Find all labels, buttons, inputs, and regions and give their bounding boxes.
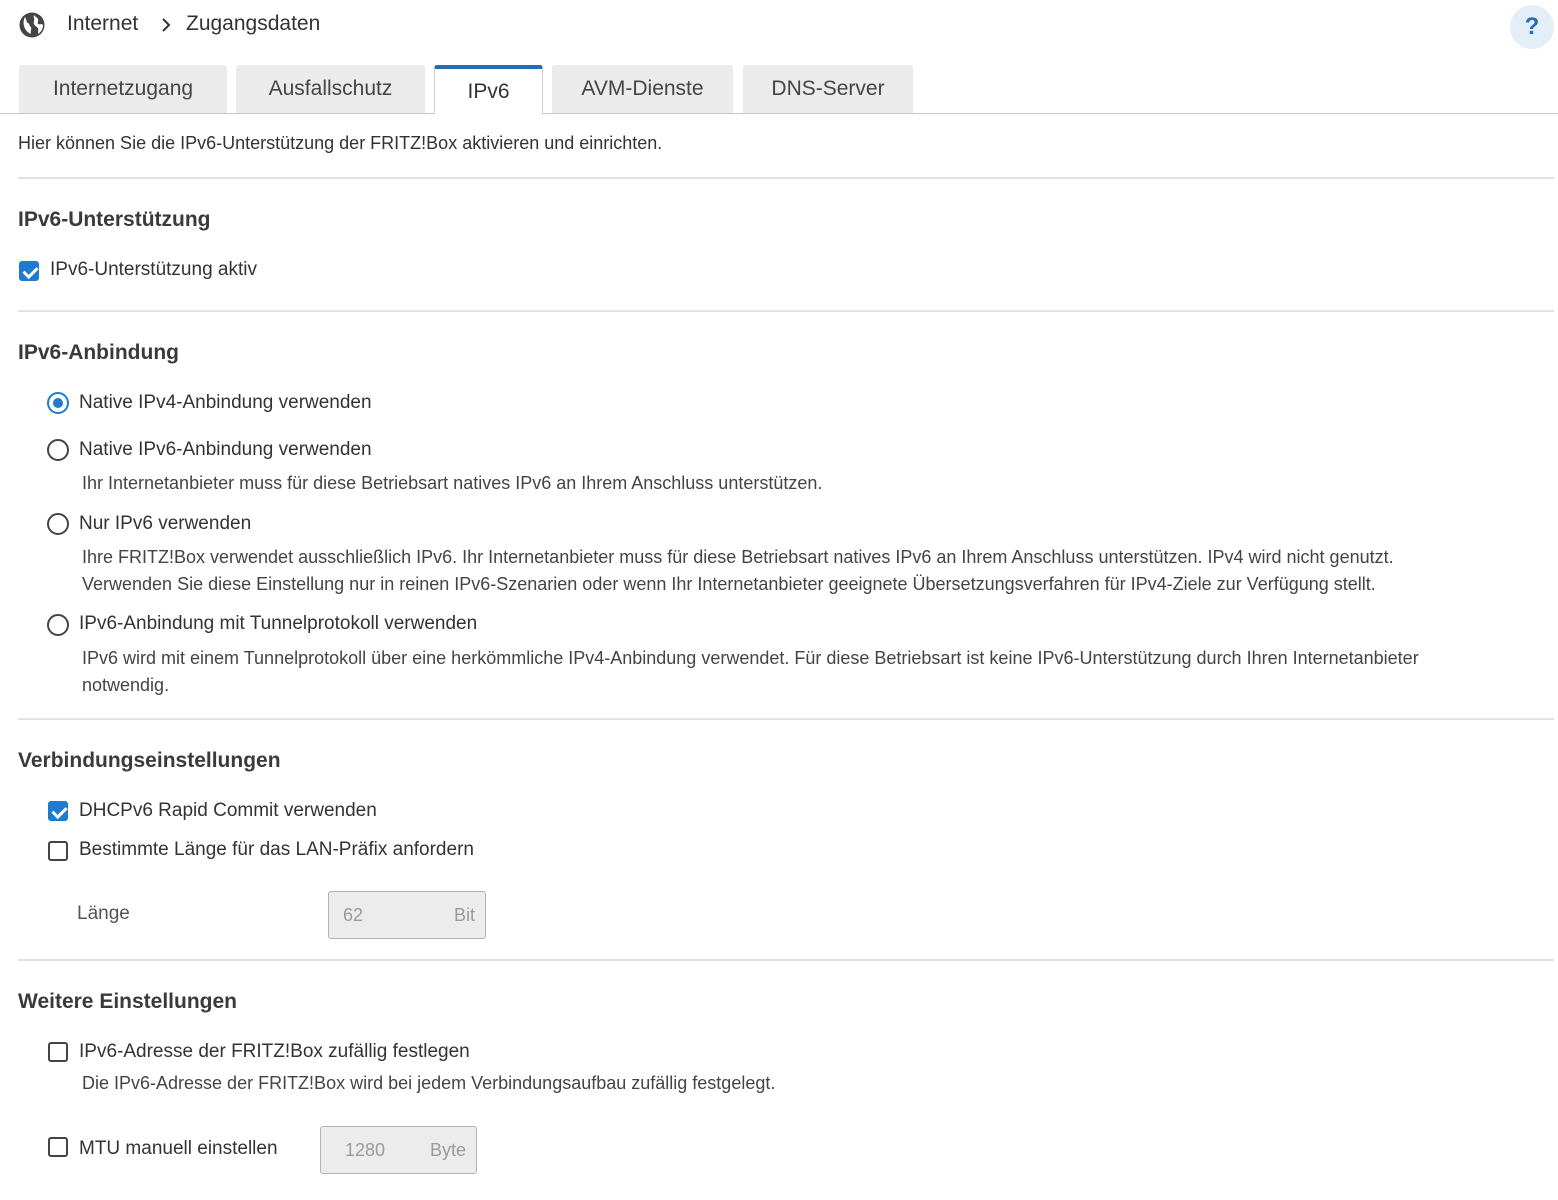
section-divider bbox=[18, 718, 1554, 720]
globe-icon bbox=[19, 12, 45, 38]
rapid-commit-label[interactable]: DHCPv6 Rapid Commit verwenden bbox=[79, 800, 377, 822]
tunnel-description-line2: notwendig. bbox=[82, 675, 170, 695]
random-address-checkbox[interactable] bbox=[48, 1042, 68, 1062]
tab-avm-dienste[interactable]: AVM-Dienste bbox=[552, 65, 733, 113]
prefix-length-checkbox[interactable] bbox=[48, 841, 68, 861]
native-ipv6-description: Ihr Internetanbieter muss für diese Betr… bbox=[82, 473, 823, 493]
tab-dns-server[interactable]: DNS-Server bbox=[743, 65, 913, 113]
rapid-commit-checkbox[interactable] bbox=[48, 801, 68, 821]
section-divider bbox=[18, 959, 1554, 961]
tunnel-description-line1: IPv6 wird mit einem Tunnelprotokoll über… bbox=[82, 648, 1419, 668]
length-input[interactable]: 62 Bit bbox=[328, 891, 486, 939]
ipv6-support-label[interactable]: IPv6-Unterstützung aktiv bbox=[50, 259, 257, 281]
random-address-description: Die IPv6-Adresse der FRITZ!Box wird bei … bbox=[82, 1073, 776, 1093]
radio-native-ipv6[interactable] bbox=[47, 439, 69, 461]
ipv6-support-checkbox[interactable] bbox=[19, 261, 39, 281]
further-heading: Weitere Einstellungen bbox=[18, 990, 237, 1013]
section-divider bbox=[18, 310, 1554, 312]
mtu-value: 1280 bbox=[345, 1139, 386, 1160]
section-divider bbox=[18, 177, 1554, 179]
ipv6-only-description-line1: Ihre FRITZ!Box verwendet ausschließlich … bbox=[82, 547, 1394, 567]
mtu-unit: Byte bbox=[429, 1139, 466, 1160]
length-unit: Bit bbox=[453, 904, 475, 925]
radio-ipv6-only[interactable] bbox=[47, 513, 69, 535]
binding-heading: IPv6-Anbindung bbox=[18, 341, 179, 364]
radio-native-ipv6-label[interactable]: Native IPv6-Anbindung verwenden bbox=[79, 439, 372, 461]
ipv6-only-description-line2: Verwenden Sie diese Einstellung nur in r… bbox=[82, 574, 1376, 594]
radio-tunnel-label[interactable]: IPv6-Anbindung mit Tunnelprotokoll verwe… bbox=[79, 613, 477, 635]
radio-native-ipv4-label[interactable]: Native IPv4-Anbindung verwenden bbox=[79, 392, 372, 414]
mtu-input[interactable]: 1280 Byte bbox=[320, 1126, 477, 1174]
support-heading: IPv6-Unterstützung bbox=[18, 208, 211, 231]
prefix-length-label[interactable]: Bestimmte Länge für das LAN-Präfix anfor… bbox=[79, 839, 474, 861]
chevron-right-icon bbox=[162, 18, 171, 32]
length-label: Länge bbox=[77, 903, 130, 924]
length-value: 62 bbox=[343, 904, 364, 925]
radio-ipv6-only-label[interactable]: Nur IPv6 verwenden bbox=[79, 513, 251, 535]
radio-tunnel[interactable] bbox=[47, 614, 69, 636]
help-button[interactable]: ? bbox=[1510, 5, 1554, 49]
tab-ipv6[interactable]: IPv6 bbox=[434, 65, 543, 114]
breadcrumb-internet[interactable]: Internet bbox=[67, 12, 138, 36]
tab-bar-divider bbox=[0, 113, 1558, 114]
connection-heading: Verbindungseinstellungen bbox=[18, 749, 281, 772]
mtu-checkbox[interactable] bbox=[48, 1137, 68, 1157]
tab-ausfallschutz[interactable]: Ausfallschutz bbox=[236, 65, 425, 113]
random-address-label[interactable]: IPv6-Adresse der FRITZ!Box zufällig fest… bbox=[79, 1041, 470, 1063]
radio-native-ipv4[interactable] bbox=[47, 392, 69, 414]
intro-text: Hier können Sie die IPv6-Unterstützung d… bbox=[18, 133, 663, 153]
mtu-label[interactable]: MTU manuell einstellen bbox=[79, 1138, 278, 1160]
breadcrumb-zugangsdaten: Zugangsdaten bbox=[186, 12, 321, 35]
tab-internetzugang[interactable]: Internetzugang bbox=[19, 65, 227, 113]
